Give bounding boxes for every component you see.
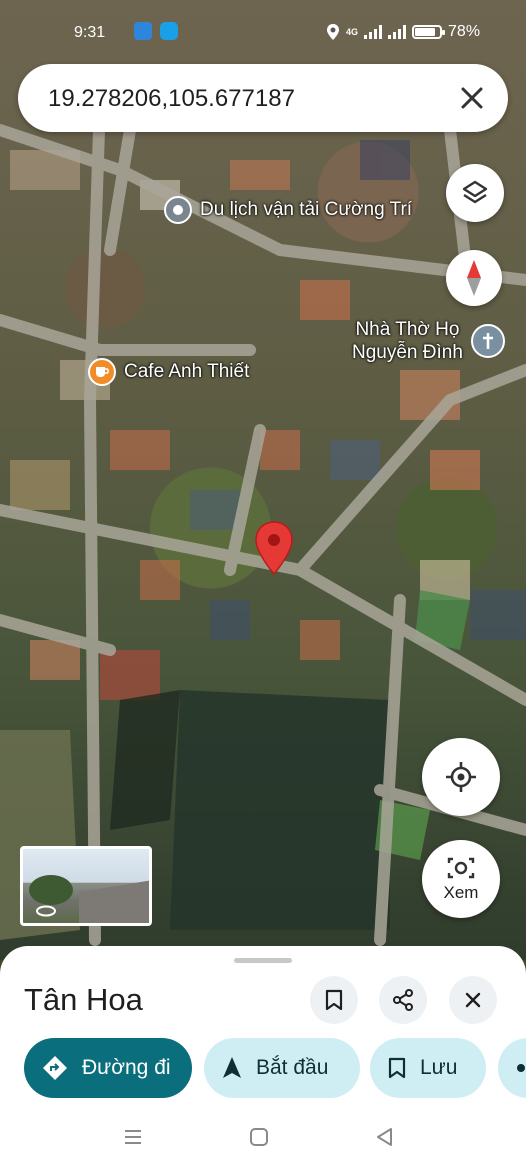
bookmark-icon	[388, 1057, 406, 1079]
share-button[interactable]	[379, 976, 427, 1024]
map-roads	[0, 94, 526, 946]
satellite-map[interactable]	[0, 0, 526, 960]
square-icon[interactable]	[248, 1126, 270, 1148]
poi-label: Du lịch vận tải Cường Trí	[200, 199, 413, 220]
save-label: Lưu	[420, 1056, 458, 1079]
sheet-drag-handle[interactable]	[234, 958, 292, 963]
poi-label: Cafe Anh Thiết	[124, 361, 250, 382]
layers-icon	[462, 180, 488, 204]
layers-button[interactable]	[446, 164, 504, 222]
app-notification-icon	[160, 22, 178, 40]
location-icon	[327, 24, 339, 40]
share-icon	[517, 1064, 525, 1072]
navigation-arrow-icon	[223, 1057, 241, 1078]
search-bar[interactable]: 19.278206,105.677187	[18, 64, 508, 132]
more-chip-button[interactable]	[498, 1038, 526, 1098]
signal-icon	[388, 25, 407, 39]
network-type: 4G	[346, 27, 359, 37]
poi-cafe-anh-thiet[interactable]: Cafe Anh Thiết	[88, 358, 249, 386]
save-chip-button[interactable]: Lưu	[370, 1038, 486, 1098]
poi-label: Nhà Thờ Họ Nguyễn Đình	[352, 319, 463, 363]
close-icon	[465, 992, 481, 1008]
system-navigation-bar	[0, 1112, 526, 1168]
camera-lens-icon	[447, 857, 475, 879]
location-marker-icon[interactable]	[254, 520, 294, 576]
save-button[interactable]	[310, 976, 358, 1024]
battery-percent: 78%	[448, 23, 481, 40]
compass-button[interactable]	[446, 250, 502, 306]
battery-icon	[412, 25, 446, 39]
rotate-360-icon	[36, 905, 56, 917]
place-sheet: Tân Hoa Đường đi Bắt đầu Lưu	[0, 946, 526, 1168]
search-query[interactable]: 19.278206,105.677187	[48, 85, 295, 113]
directions-icon	[43, 1056, 67, 1080]
place-pin-icon	[164, 196, 192, 224]
share-icon	[393, 989, 413, 1011]
close-icon[interactable]	[456, 82, 488, 114]
start-button[interactable]: Bắt đầu	[204, 1038, 360, 1098]
bookmark-icon	[325, 989, 343, 1011]
app-notification-icon	[134, 22, 152, 40]
status-bar: 9:31 4G 78%	[0, 18, 526, 48]
lens-button[interactable]: Xem	[422, 840, 500, 918]
poi-nha-tho-ho[interactable]: Nhà Thờ Họ Nguyễn Đình	[352, 318, 505, 364]
action-chips: Đường đi Bắt đầu Lưu	[24, 1038, 526, 1098]
menu-lines-icon[interactable]	[122, 1126, 144, 1148]
close-sheet-button[interactable]	[449, 976, 497, 1024]
notification-icons	[134, 22, 178, 40]
directions-label: Đường đi	[82, 1056, 171, 1079]
start-label: Bắt đầu	[256, 1056, 329, 1079]
status-right: 4G 78%	[326, 23, 480, 41]
place-title: Tân Hoa	[24, 982, 143, 1017]
directions-button[interactable]: Đường đi	[24, 1038, 192, 1098]
cross-icon	[470, 324, 505, 358]
coffee-cup-icon	[88, 358, 116, 386]
street-view-thumbnail[interactable]	[20, 846, 152, 926]
triangle-back-icon[interactable]	[374, 1126, 396, 1148]
poi-cuong-tri[interactable]: Du lịch vận tải Cường Trí	[164, 196, 412, 224]
signal-icon	[364, 25, 383, 39]
compass-icon	[467, 260, 481, 296]
my-location-icon	[446, 762, 476, 792]
status-time: 9:31	[74, 24, 106, 41]
my-location-button[interactable]	[422, 738, 500, 816]
lens-label: Xem	[443, 883, 479, 902]
